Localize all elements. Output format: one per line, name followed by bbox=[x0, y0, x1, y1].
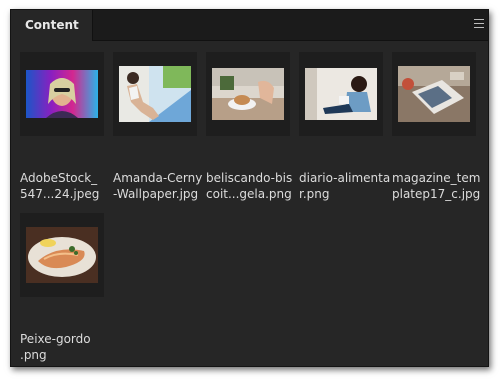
thumbnail-frame bbox=[206, 52, 290, 136]
file-grid: AdobeStock_ 547...24.jpeg Amanda-Cerny -… bbox=[11, 41, 488, 366]
thumbnail-frame bbox=[299, 52, 383, 136]
file-name: Peixe-gordo .png bbox=[20, 332, 91, 362]
thumbnail-image bbox=[26, 70, 98, 118]
content-panel: Content AdobeStock_ 547...24.jpeg Amanda… bbox=[10, 9, 489, 367]
thumbnail-image bbox=[26, 227, 98, 283]
file-name: magazine_tem platep17_c.jpg bbox=[392, 171, 481, 201]
hamburger-menu-icon[interactable] bbox=[474, 19, 484, 28]
thumbnail-image bbox=[305, 68, 377, 120]
thumbnail-image bbox=[119, 66, 191, 122]
file-name: Amanda-Cerny -Wallpaper.jpg bbox=[113, 171, 203, 201]
thumbnail-frame bbox=[113, 52, 197, 136]
panel-tab-bar: Content bbox=[11, 10, 488, 41]
thumbnail-image bbox=[398, 66, 470, 122]
tab-content[interactable]: Content bbox=[11, 10, 93, 41]
file-name: diario-alimenta r.png bbox=[299, 171, 391, 201]
file-name: AdobeStock_ 547...24.jpeg bbox=[20, 171, 100, 201]
thumbnail-frame bbox=[20, 213, 104, 297]
thumbnail-image bbox=[212, 68, 284, 120]
thumbnail-frame bbox=[392, 52, 476, 136]
thumbnail-frame bbox=[20, 52, 104, 136]
file-name: beliscando-bis coit...gela.png bbox=[206, 171, 293, 201]
